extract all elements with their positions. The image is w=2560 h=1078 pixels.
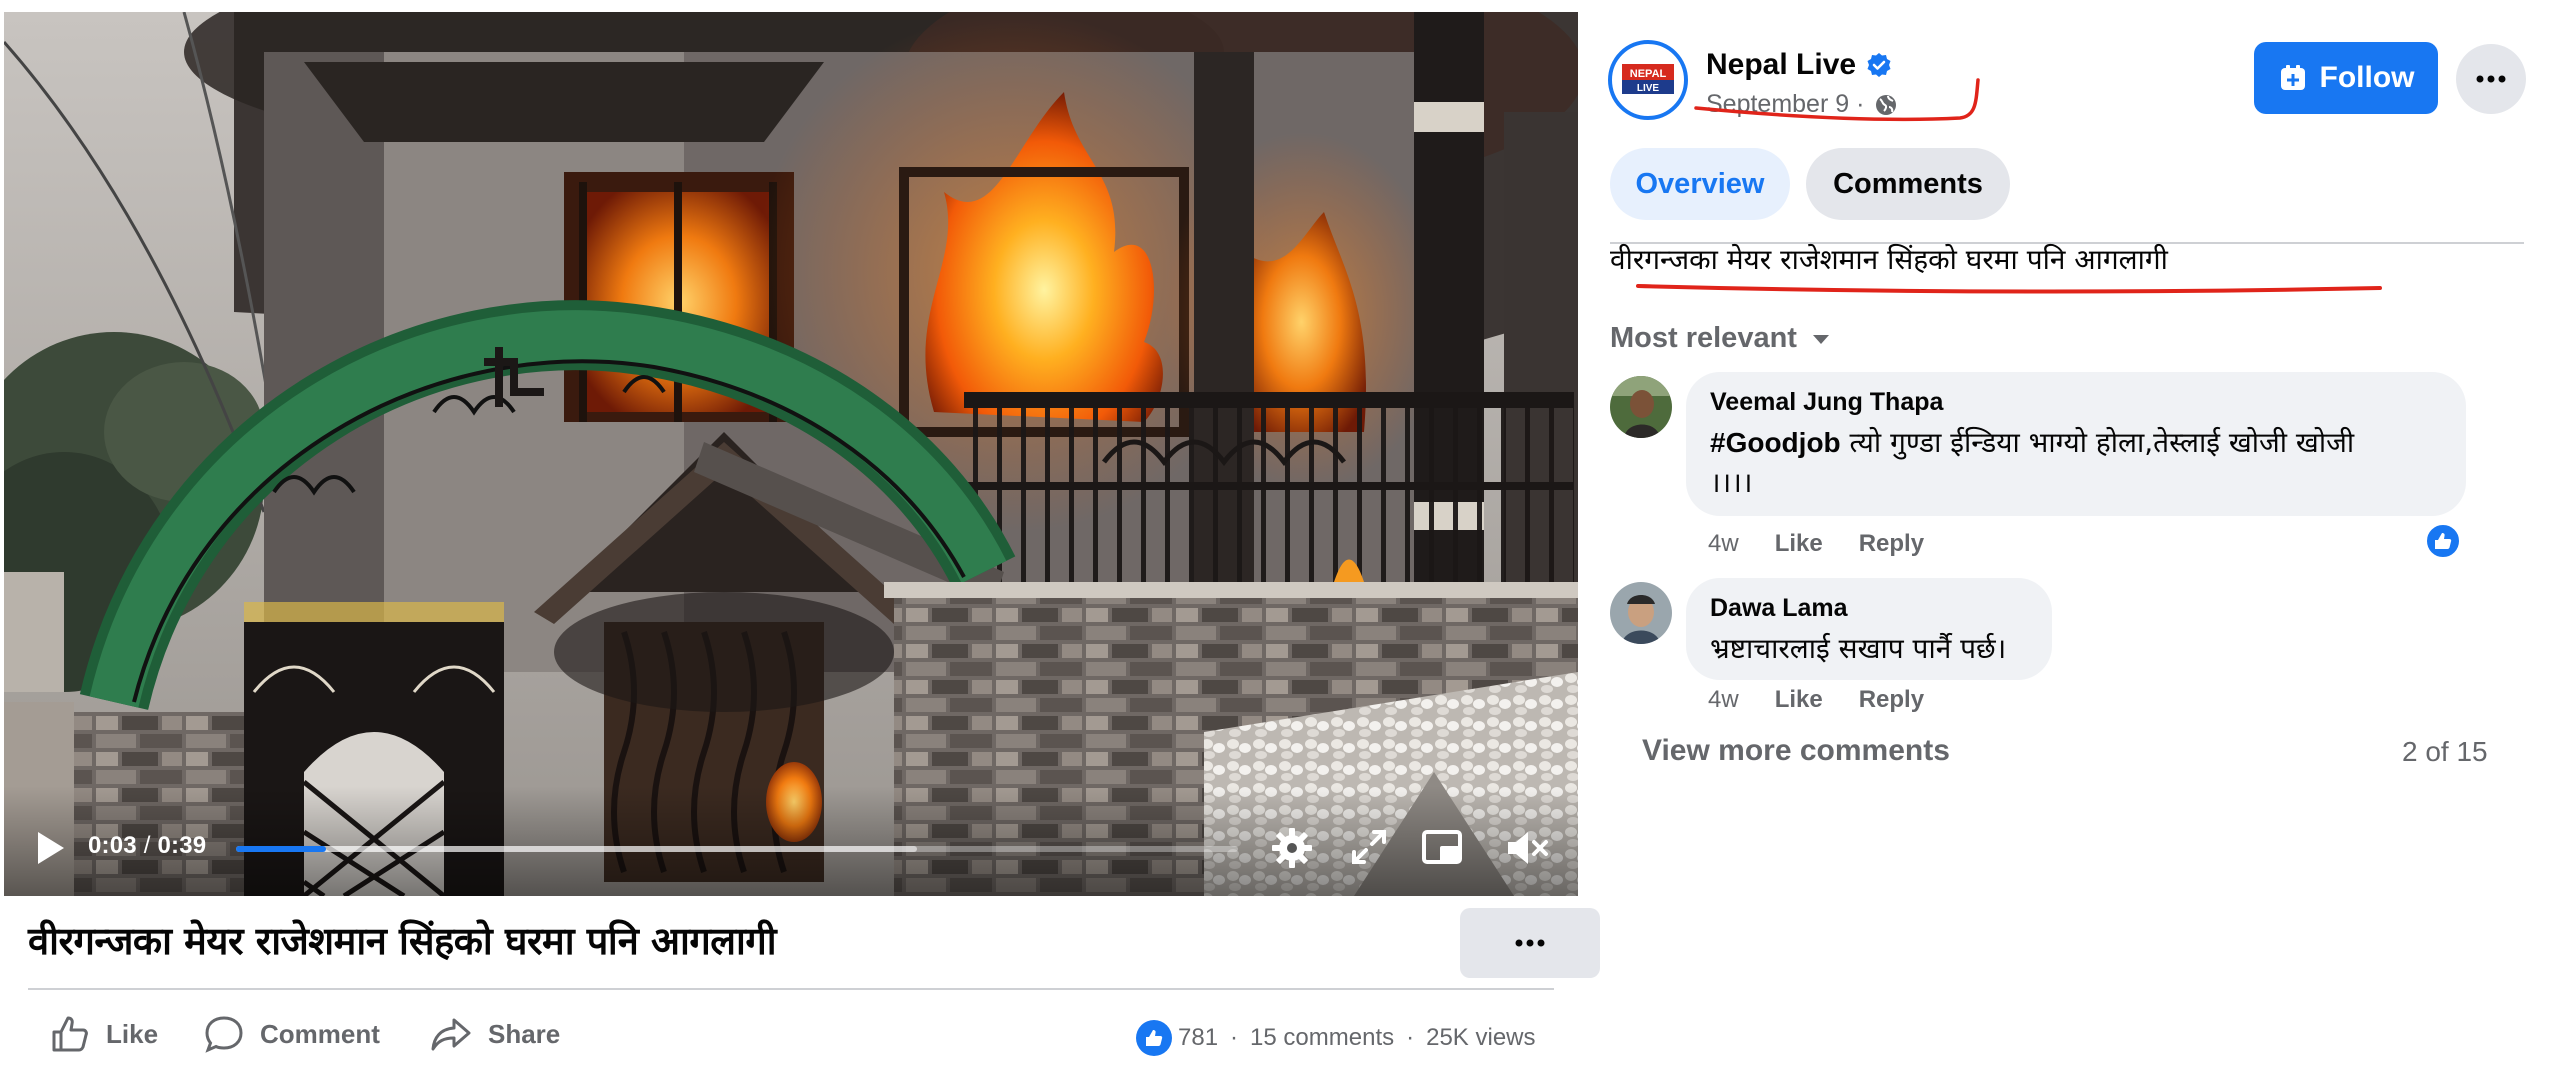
video-frame: [4, 12, 1578, 896]
picture-in-picture-button[interactable]: [1420, 826, 1464, 870]
comment-age[interactable]: 4w: [1708, 686, 1739, 714]
commenter-avatar[interactable]: [1610, 376, 1672, 438]
post-timestamp[interactable]: September 9 ·: [1706, 90, 1898, 119]
video-time-display: 0:03 / 0:39: [88, 832, 206, 860]
comment-reply-button[interactable]: Reply: [1859, 530, 1924, 558]
page-more-options-button[interactable]: [2456, 44, 2526, 114]
comment-author[interactable]: Dawa Lama: [1710, 594, 2028, 623]
mute-button[interactable]: [1502, 824, 1550, 872]
tab-overview[interactable]: Overview: [1610, 148, 1790, 220]
comment-count-link[interactable]: 15 comments: [1250, 1024, 1394, 1052]
post-title: वीरगन्जका मेयर राजेशमान सिंहको घरमा पनि …: [28, 919, 777, 963]
comment-label: Comment: [260, 1018, 380, 1049]
follow-page-icon: [2280, 65, 2305, 90]
current-time: 0:03: [88, 832, 137, 859]
share-button[interactable]: Share: [430, 1014, 560, 1054]
comment-bubble: Veemal Jung Thapa #Goodjob त्यो गुण्डा ई…: [1686, 372, 2466, 516]
comment-text-line: ।।।।: [1710, 466, 1753, 499]
comment-hashtag[interactable]: #Goodjob: [1710, 427, 1841, 458]
settings-gear-icon: [1272, 828, 1312, 868]
comment-meta: 4w Like Reply: [1708, 686, 1960, 714]
stats-separator: ·: [1406, 1024, 1415, 1051]
page-avatar[interactable]: NEPAL LIVE: [1608, 40, 1688, 120]
verified-badge-icon: [1867, 53, 1891, 77]
sort-label: Most relevant: [1610, 322, 1797, 354]
caption-annotation-underline: [1636, 284, 2382, 294]
logo-text-top: NEPAL: [1630, 68, 1667, 80]
progress-buffered: [236, 846, 918, 852]
progress-played: [236, 846, 327, 852]
video-player[interactable]: 0:03 / 0:39: [4, 12, 1578, 896]
share-arrow-icon: [431, 1018, 471, 1051]
like-label: Like: [106, 1018, 159, 1049]
follow-button[interactable]: Follow: [2254, 42, 2438, 114]
logo-text-bottom: LIVE: [1637, 83, 1660, 94]
view-more-comments-link[interactable]: View more comments: [1642, 734, 1950, 768]
fullscreen-button[interactable]: [1348, 826, 1390, 868]
time-separator: /: [143, 832, 151, 859]
settings-button[interactable]: [1270, 826, 1314, 870]
like-reaction-icon: [1136, 1020, 1172, 1056]
comment-text: भ्रष्टाचारलाई सखाप पार्नै पर्छ।: [1710, 632, 2007, 665]
page-name-link[interactable]: Nepal Live: [1706, 48, 1892, 82]
caret-down-icon: [1812, 334, 1829, 344]
video-progress-bar[interactable]: [236, 846, 1238, 852]
comment-meta: 4w Like Reply: [1708, 530, 1960, 558]
more-dots-icon: [1515, 939, 1545, 947]
nepal-live-logo: NEPAL LIVE: [1622, 64, 1674, 94]
comment-author[interactable]: Veemal Jung Thapa: [1710, 388, 2442, 417]
page-name[interactable]: Nepal Live: [1706, 48, 1856, 82]
title-divider: [28, 988, 1554, 990]
comment-button[interactable]: Comment: [204, 1014, 380, 1054]
thumbs-up-icon: [52, 1016, 88, 1052]
comment-pagination-count: 2 of 15: [2402, 736, 2488, 767]
muted-speaker-icon: [1508, 832, 1548, 864]
view-count: 25K views: [1426, 1024, 1536, 1051]
share-label: Share: [488, 1018, 561, 1049]
play-button[interactable]: [30, 828, 70, 868]
fullscreen-icon: [1352, 830, 1386, 864]
play-icon: [38, 832, 64, 864]
post-stats: 781 · 15 comments · 25K views: [1136, 1020, 1536, 1056]
stats-separator: ·: [1230, 1024, 1239, 1051]
more-dots-icon: [2476, 75, 2506, 83]
comment-sort-dropdown[interactable]: Most relevant: [1610, 322, 1831, 355]
commenter-avatar[interactable]: [1610, 582, 1672, 644]
tab-comments[interactable]: Comments: [1806, 148, 2010, 220]
globe-public-icon: [1876, 94, 1897, 115]
comment-reply-button[interactable]: Reply: [1859, 686, 1924, 714]
video-controls-bar: 0:03 / 0:39: [4, 786, 1578, 896]
comment-bubble: Dawa Lama भ्रष्टाचारलाई सखाप पार्नै पर्छ…: [1686, 578, 2052, 680]
post-caption: वीरगन्जका मेयर राजेशमान सिंहको घरमा पनि …: [1610, 243, 2168, 276]
comment-age[interactable]: 4w: [1708, 530, 1739, 558]
picture-in-picture-icon: [1422, 830, 1462, 864]
comment-like-reaction-icon[interactable]: [2424, 522, 2462, 560]
post-more-options-button[interactable]: [1460, 908, 1600, 978]
comment-bubble-icon: [205, 1016, 243, 1053]
follow-label: Follow: [2319, 61, 2415, 94]
comment-like-button[interactable]: Like: [1775, 686, 1823, 714]
post-date[interactable]: September 9 ·: [1706, 90, 1864, 119]
comment-text: #Goodjob त्यो गुण्डा ईन्डिया भाग्यो होला…: [1710, 423, 2442, 503]
reaction-count[interactable]: 781: [1178, 1024, 1218, 1052]
total-time: 0:39: [157, 832, 207, 859]
comment-text-line: त्यो गुण्डा ईन्डिया भाग्यो होला,तेस्लाई …: [1840, 426, 2355, 459]
comment-like-button[interactable]: Like: [1775, 530, 1823, 558]
like-button[interactable]: Like: [50, 1014, 158, 1054]
